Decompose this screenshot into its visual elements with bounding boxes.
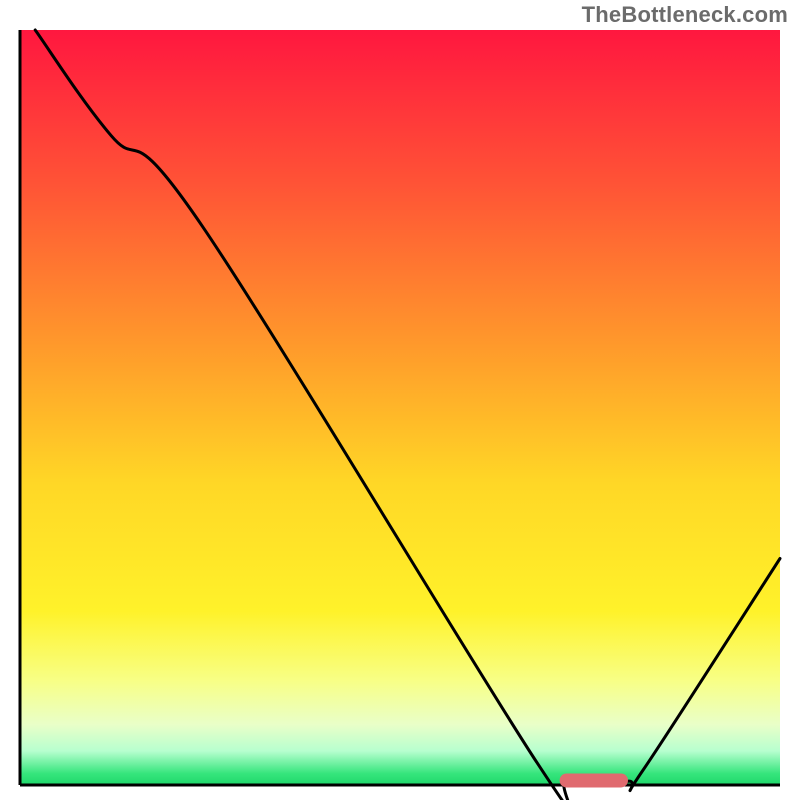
optimum-marker	[560, 773, 628, 787]
chart-background	[20, 30, 780, 785]
bottleneck-chart	[0, 0, 800, 800]
chart-stage: TheBottleneck.com	[0, 0, 800, 800]
